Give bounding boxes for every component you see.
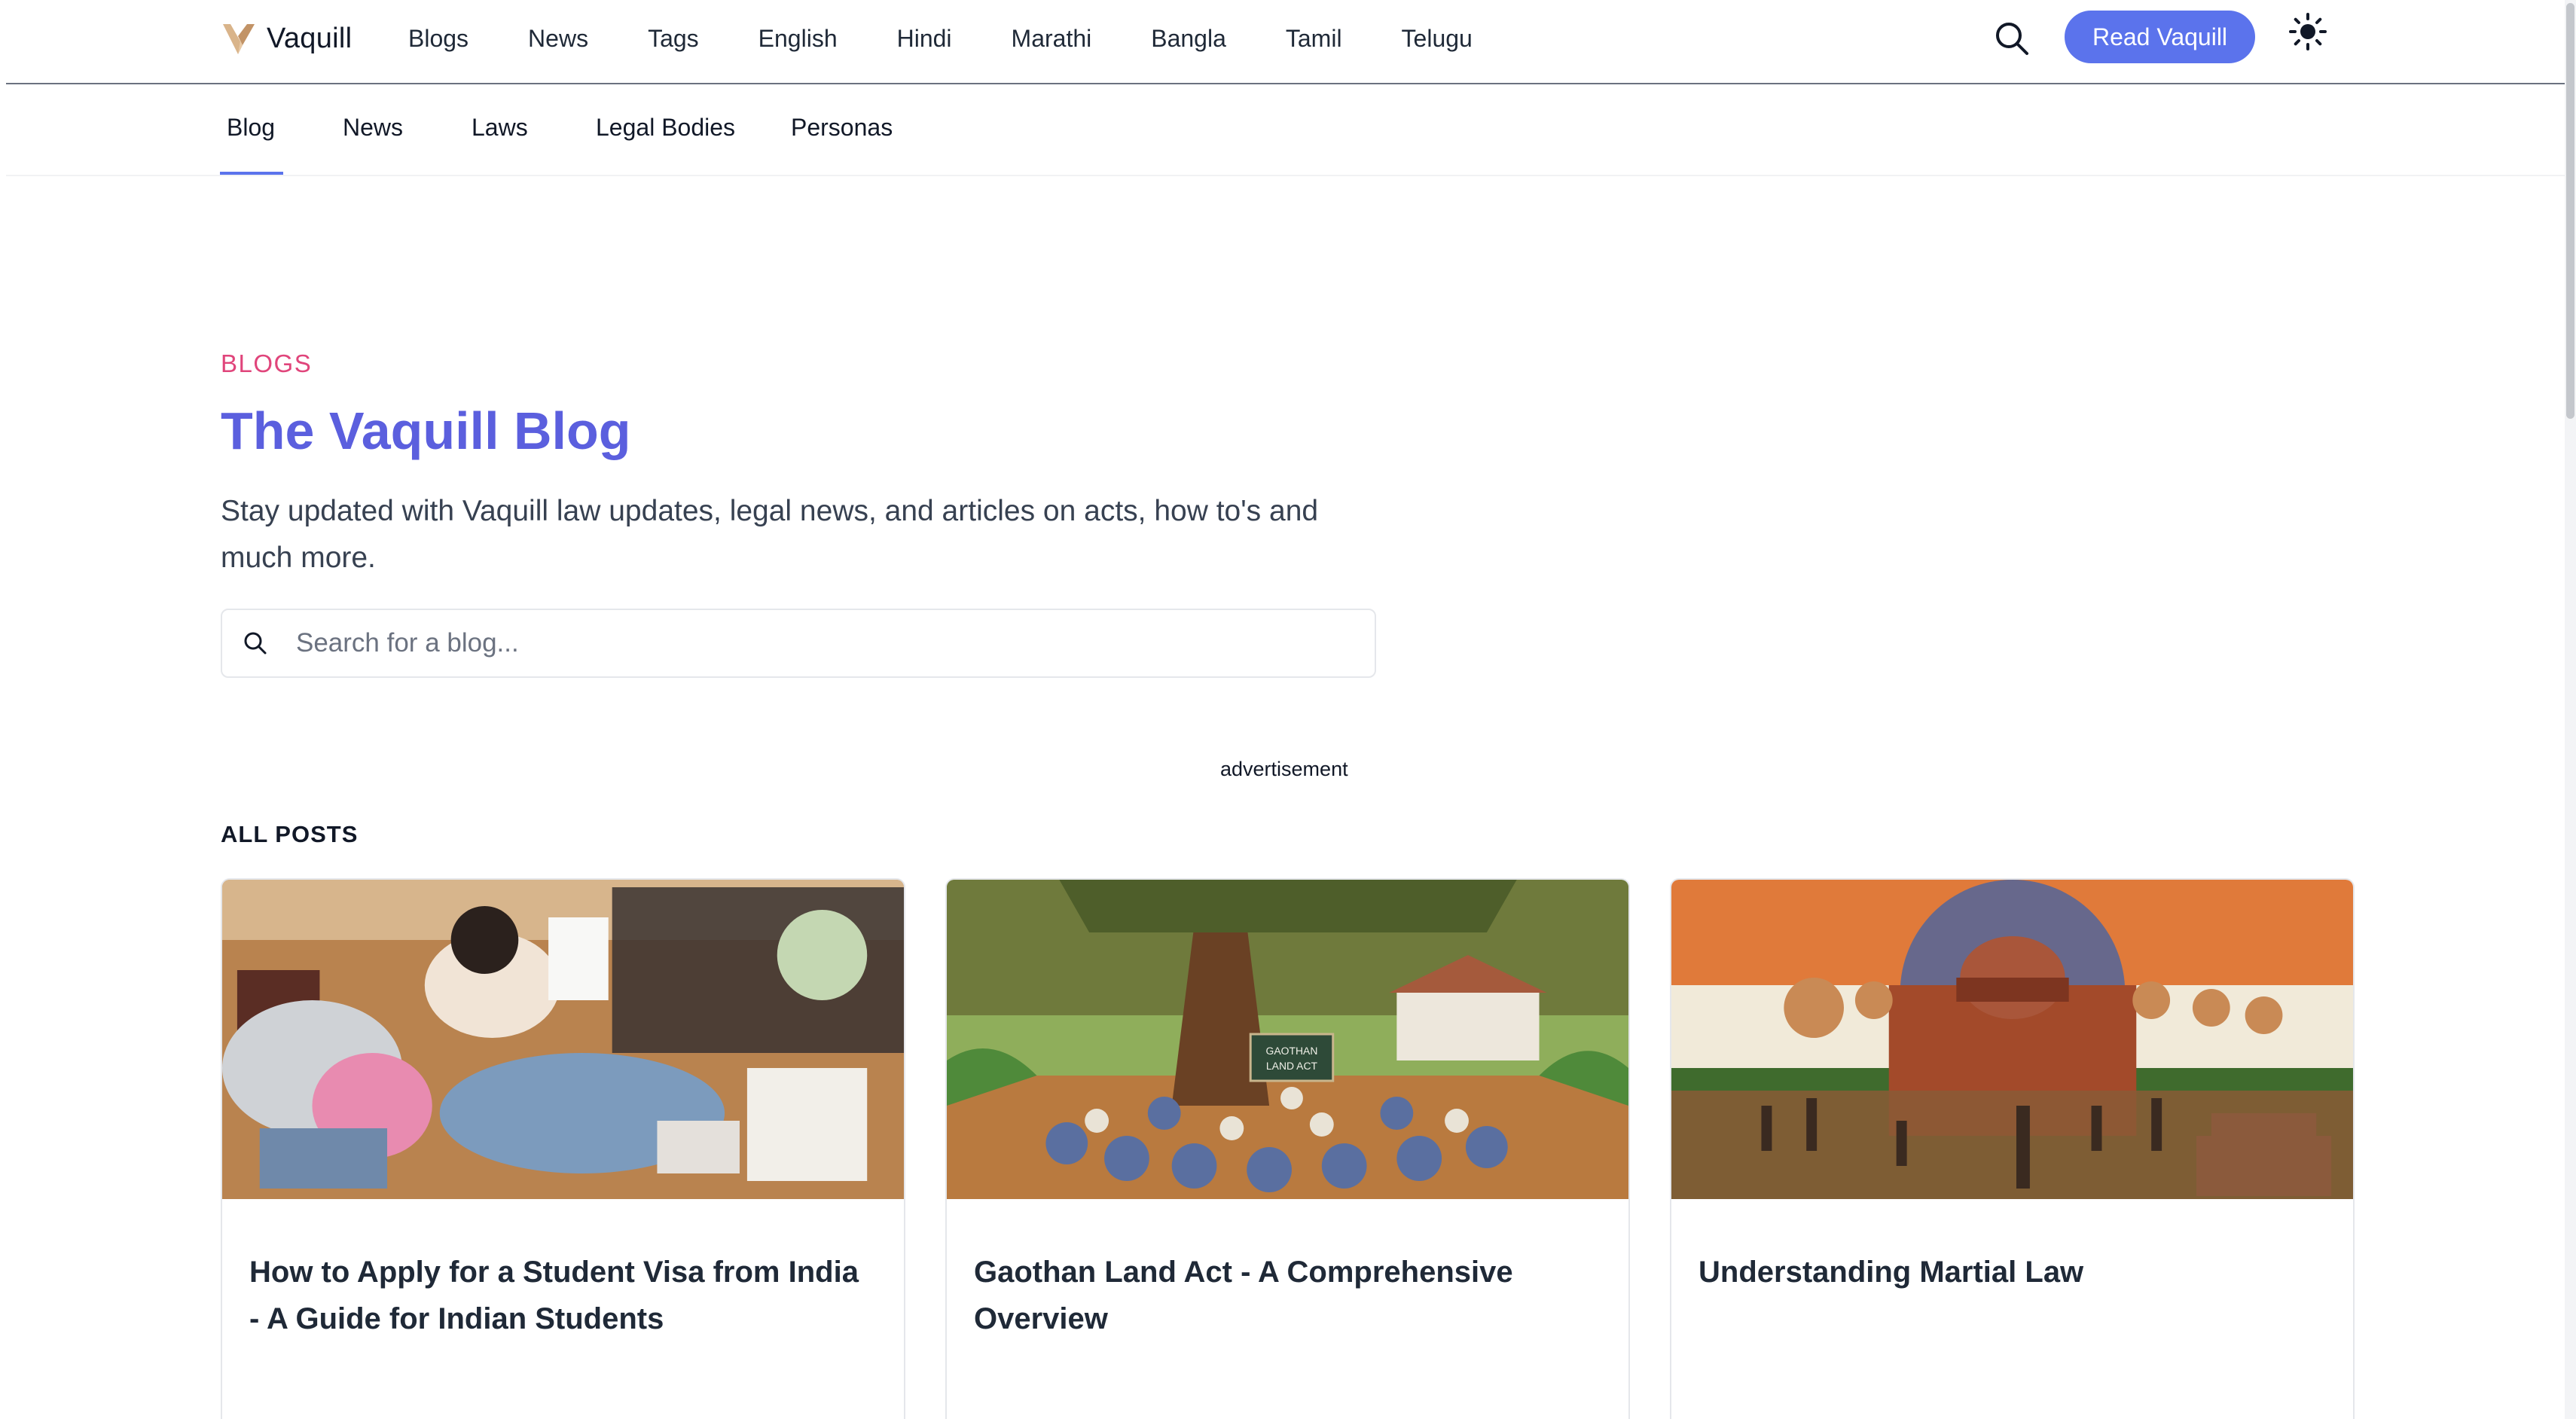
nav-link-english[interactable]: English [758, 21, 838, 56]
brand-name: Vaquill [267, 22, 353, 54]
primary-nav: Blogs News Tags English Hindi Marathi Ba… [408, 21, 1532, 56]
brand-logo[interactable]: Vaquill [220, 17, 352, 60]
nav-link-marathi[interactable]: Marathi [1012, 21, 1092, 56]
page-scrollbar[interactable] [2565, 0, 2576, 1419]
nav-link-blogs[interactable]: Blogs [408, 21, 469, 56]
martial-law-illustration [1671, 880, 2353, 1199]
search-icon [244, 632, 267, 655]
nav-link-bangla[interactable]: Bangla [1151, 21, 1226, 56]
student-visa-illustration [222, 880, 904, 1199]
section-tabs: Blog News Laws Legal Bodies Personas [6, 84, 2565, 176]
blog-search-field[interactable] [221, 609, 1376, 678]
nav-link-hindi[interactable]: Hindi [897, 21, 952, 56]
read-vaquill-button[interactable]: Read Vaquill [2065, 11, 2255, 63]
post-title[interactable]: Gaothan Land Act - A Comprehensive Overv… [974, 1249, 1599, 1342]
top-navigation-bar: Vaquill Blogs News Tags English Hindi Ma… [6, 0, 2565, 84]
sun-icon[interactable] [2288, 12, 2327, 51]
nav-link-tags[interactable]: Tags [648, 21, 699, 56]
section-eyebrow: BLOGS [221, 349, 313, 377]
nav-link-tamil[interactable]: Tamil [1286, 21, 1342, 56]
blog-search-input[interactable] [296, 628, 1335, 658]
post-card[interactable]: Understanding Martial Law [1670, 878, 2355, 1419]
nav-link-news[interactable]: News [528, 21, 588, 56]
tab-news[interactable]: News [343, 110, 403, 145]
post-card[interactable]: GAOTHAN LAND ACT Gaothan Land Act - A Co… [945, 878, 1630, 1419]
post-title[interactable]: Understanding Martial Law [1699, 1249, 2324, 1295]
post-title[interactable]: How to Apply for a Student Visa from Ind… [249, 1249, 874, 1342]
active-tab-indicator [220, 172, 283, 175]
page-title: The Vaquill Blog [221, 401, 631, 460]
search-icon[interactable] [1990, 17, 2034, 60]
village-banyan-tree-illustration: GAOTHAN LAND ACT [947, 880, 1628, 1199]
nav-link-telugu[interactable]: Telugu [1402, 21, 1473, 56]
post-card[interactable]: How to Apply for a Student Visa from Ind… [221, 878, 905, 1419]
tab-laws[interactable]: Laws [472, 110, 528, 145]
gaothan-sign-line-1: GAOTHAN [1266, 1045, 1318, 1057]
all-posts-heading: ALL POSTS [221, 821, 359, 847]
page-subtitle: Stay updated with Vaquill law updates, l… [221, 495, 1319, 574]
tab-blog[interactable]: Blog [227, 110, 275, 145]
advertisement-label: advertisement [1220, 758, 1348, 780]
tab-legal-bodies[interactable]: Legal Bodies [596, 110, 735, 145]
gaothan-sign-line-2: LAND ACT [1266, 1060, 1318, 1072]
tab-personas[interactable]: Personas [791, 110, 893, 145]
scrollbar-thumb[interactable] [2566, 3, 2574, 419]
vaquill-logo-icon [223, 24, 255, 54]
